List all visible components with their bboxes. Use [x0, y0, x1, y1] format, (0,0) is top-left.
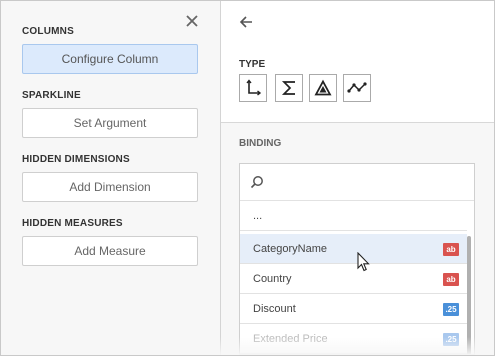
sparkline-icon[interactable]: [343, 74, 371, 102]
set-argument-button[interactable]: Set Argument: [22, 108, 198, 138]
list-item-discount[interactable]: Discount .25: [240, 294, 467, 324]
configure-column-button[interactable]: Configure Column: [22, 44, 198, 74]
list-item-country[interactable]: Country ab: [240, 264, 467, 294]
list-item-extended-price[interactable]: Extended Price .25: [240, 324, 467, 354]
left-pane: COLUMNS Configure Column SPARKLINE Set A…: [1, 1, 220, 355]
number-type-badge: .25: [443, 333, 459, 346]
columns-title: COLUMNS: [22, 26, 74, 37]
type-title: TYPE: [239, 59, 266, 70]
number-type-badge: .25: [443, 303, 459, 316]
hidden-measures-title: HIDDEN MEASURES: [22, 218, 123, 229]
list-item-label: Country: [253, 272, 292, 285]
string-type-badge: ab: [443, 243, 459, 256]
delta-icon[interactable]: [309, 74, 337, 102]
properties-dialog: COLUMNS Configure Column SPARKLINE Set A…: [0, 0, 495, 356]
list-item-label: Discount: [253, 302, 296, 315]
close-icon[interactable]: [183, 12, 201, 30]
binding-title: BINDING: [239, 138, 282, 149]
list-item-ellipsis[interactable]: ...: [240, 201, 467, 231]
measure-icon[interactable]: [275, 74, 303, 102]
add-measure-button[interactable]: Add Measure: [22, 236, 198, 266]
hidden-dimensions-title: HIDDEN DIMENSIONS: [22, 154, 130, 165]
list-item-label: Extended Price: [253, 332, 328, 345]
list-item-label: CategoryName: [253, 242, 327, 255]
search-box[interactable]: [240, 164, 474, 201]
scrollbar[interactable]: [467, 236, 471, 354]
string-type-badge: ab: [443, 273, 459, 286]
list-item-categoryname[interactable]: CategoryName ab: [240, 234, 467, 264]
mouse-cursor-icon: [357, 251, 371, 277]
back-arrow-icon[interactable]: [238, 14, 254, 30]
type-section: TYPE: [221, 1, 494, 123]
dimension-icon[interactable]: [239, 74, 267, 102]
search-icon: [250, 176, 263, 189]
right-pane: TYPE BINDING ... CategoryName ab Country…: [221, 1, 494, 355]
list-item-label: ...: [253, 209, 263, 222]
add-dimension-button[interactable]: Add Dimension: [22, 172, 198, 202]
sparkline-title: SPARKLINE: [22, 90, 81, 101]
